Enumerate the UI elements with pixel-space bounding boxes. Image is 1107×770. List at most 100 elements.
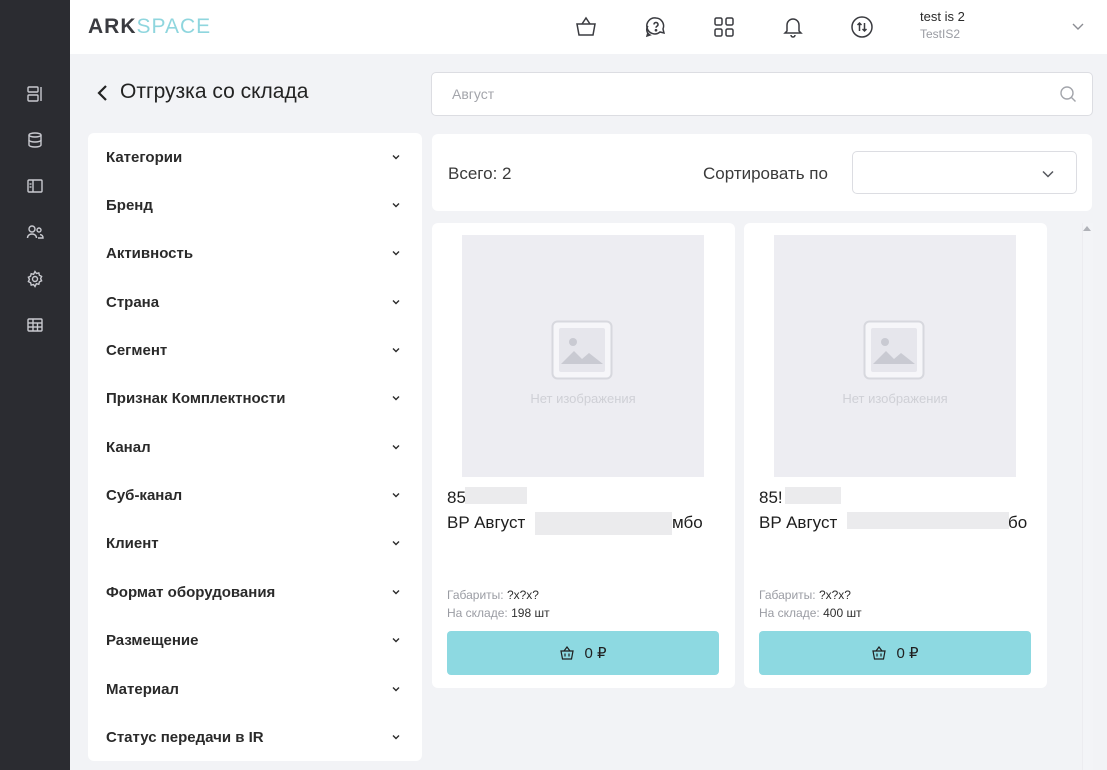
- product-code: 85!: [759, 488, 783, 507]
- settings-icon[interactable]: [25, 269, 45, 289]
- chevron-down-icon: [392, 590, 400, 595]
- chevron-down-icon: [1042, 170, 1054, 178]
- image-placeholder-icon: [551, 320, 613, 380]
- chevron-down-icon: [392, 687, 400, 692]
- product-stock: На складе: 400 шт: [759, 606, 862, 620]
- redacted-block: [847, 512, 1009, 529]
- scroll-up-arrow[interactable]: [1083, 226, 1091, 231]
- filter-accordion[interactable]: Признак Комплектности: [106, 386, 402, 410]
- chevron-down-icon: [392, 735, 400, 740]
- stock-value: 400 шт: [823, 606, 862, 620]
- dimensions-label: Габариты:: [759, 588, 816, 602]
- stock-label: На складе:: [759, 606, 820, 620]
- redacted-block: [465, 487, 527, 504]
- filter-label: Материал: [106, 680, 179, 698]
- filter-accordion[interactable]: Страна: [106, 290, 402, 314]
- dimensions-value: ?x?x?: [506, 588, 539, 602]
- filter-label: Активность: [106, 244, 194, 262]
- filter-accordion[interactable]: Категории: [106, 145, 402, 169]
- user-menu[interactable]: test is 2 TestIS2: [920, 9, 965, 41]
- filter-accordion[interactable]: Статус передачи в IR: [106, 725, 402, 749]
- search-input[interactable]: [452, 84, 1052, 104]
- support-chat-icon[interactable]: [642, 14, 668, 40]
- chevron-down-icon: [392, 493, 400, 498]
- results-toolbar: Всего: 2 Сортировать по: [432, 134, 1092, 211]
- chevron-down-icon: [392, 348, 400, 353]
- results-scrollbar[interactable]: [1082, 223, 1093, 770]
- chevron-down-icon[interactable]: [1070, 18, 1086, 34]
- filter-label: Канал: [106, 438, 151, 456]
- add-to-cart-button[interactable]: 0 ₽: [759, 631, 1031, 675]
- filters-panel: Категории Бренд Активность Страна Сегмент При…: [88, 133, 422, 761]
- filter-label: Сегмент: [106, 341, 168, 359]
- top-header: ARKSPACE test is 2 TestIS2: [70, 0, 1107, 54]
- filter-label: Суб-канал: [106, 486, 183, 504]
- product-name-start: BP Август: [759, 513, 838, 532]
- filter-label: Формат оборудования: [106, 583, 276, 601]
- product-stock: На складе: 198 шт: [447, 606, 550, 620]
- chevron-down-icon: [392, 638, 400, 643]
- sort-select[interactable]: [852, 151, 1077, 194]
- filter-accordion[interactable]: Сегмент: [106, 338, 402, 362]
- basket-icon: [872, 646, 887, 660]
- back-arrow-icon[interactable]: [93, 83, 111, 103]
- basket-icon[interactable]: [573, 14, 599, 40]
- search-box: [431, 72, 1093, 116]
- search-icon[interactable]: [1059, 85, 1077, 103]
- exchange-icon[interactable]: [849, 14, 875, 40]
- product-code: 85: [447, 488, 466, 507]
- database-icon[interactable]: [25, 130, 45, 150]
- product-dimensions: Габариты: ?x?x?: [447, 588, 539, 602]
- user-company: TestIS2: [920, 27, 961, 41]
- product-dimensions: Габариты: ?x?x?: [759, 588, 851, 602]
- dimensions-value: ?x?x?: [818, 588, 851, 602]
- results-total: Всего: 2: [448, 164, 512, 183]
- filter-accordion[interactable]: Материал: [106, 677, 402, 701]
- filter-accordion[interactable]: Клиент: [106, 531, 402, 555]
- filter-accordion[interactable]: Бренд: [106, 193, 402, 217]
- dashboard-icon[interactable]: [25, 84, 45, 104]
- filter-accordion[interactable]: Размещение: [106, 628, 402, 652]
- no-image-text: Нет изображения: [842, 391, 948, 406]
- app-logo[interactable]: ARKSPACE: [88, 15, 211, 39]
- product-name-end: мбо: [672, 513, 703, 532]
- filter-label: Категории: [106, 148, 183, 166]
- chevron-down-icon: [392, 445, 400, 450]
- chevron-down-icon: [392, 300, 400, 305]
- product-card[interactable]: Нет изображения 85 BP Август мбо Габарит…: [432, 223, 735, 688]
- notifications-bell-icon[interactable]: [780, 14, 806, 40]
- catalog-icon[interactable]: [25, 176, 45, 196]
- filter-label: Статус передачи в IR: [106, 728, 264, 746]
- filter-label: Признак Комплектности: [106, 389, 286, 407]
- filter-label: Страна: [106, 293, 160, 311]
- filter-accordion[interactable]: Формат оборудования: [106, 580, 402, 604]
- users-icon[interactable]: [25, 222, 45, 242]
- product-name-start: BP Август: [447, 513, 526, 532]
- filter-label: Размещение: [106, 631, 199, 649]
- basket-icon: [560, 646, 575, 660]
- table-icon[interactable]: [25, 315, 45, 335]
- image-placeholder-icon: [863, 320, 925, 380]
- price-label: 0 ₽: [584, 645, 607, 662]
- chevron-down-icon: [392, 203, 400, 208]
- logo-text-space: SPACE: [136, 15, 212, 38]
- product-card[interactable]: Нет изображения 85! BP Август бо Габарит…: [744, 223, 1047, 688]
- filter-label: Клиент: [106, 534, 159, 552]
- left-nav-rail: [0, 0, 70, 770]
- chevron-down-icon: [392, 396, 400, 401]
- filter-accordion[interactable]: Суб-канал: [106, 483, 402, 507]
- sort-label: Сортировать по: [703, 164, 828, 183]
- filter-label: Бренд: [106, 196, 153, 214]
- product-image-placeholder: Нет изображения: [462, 235, 704, 477]
- add-to-cart-button[interactable]: 0 ₽: [447, 631, 719, 675]
- redacted-block: [785, 487, 841, 504]
- filter-accordion[interactable]: Активность: [106, 241, 402, 265]
- no-image-text: Нет изображения: [530, 391, 636, 406]
- apps-grid-icon[interactable]: [711, 14, 737, 40]
- user-name: test is 2: [920, 9, 965, 24]
- chevron-down-icon: [392, 541, 400, 546]
- price-label: 0 ₽: [896, 645, 919, 662]
- redacted-block: [535, 512, 672, 535]
- chevron-down-icon: [392, 251, 400, 256]
- filter-accordion[interactable]: Канал: [106, 435, 402, 459]
